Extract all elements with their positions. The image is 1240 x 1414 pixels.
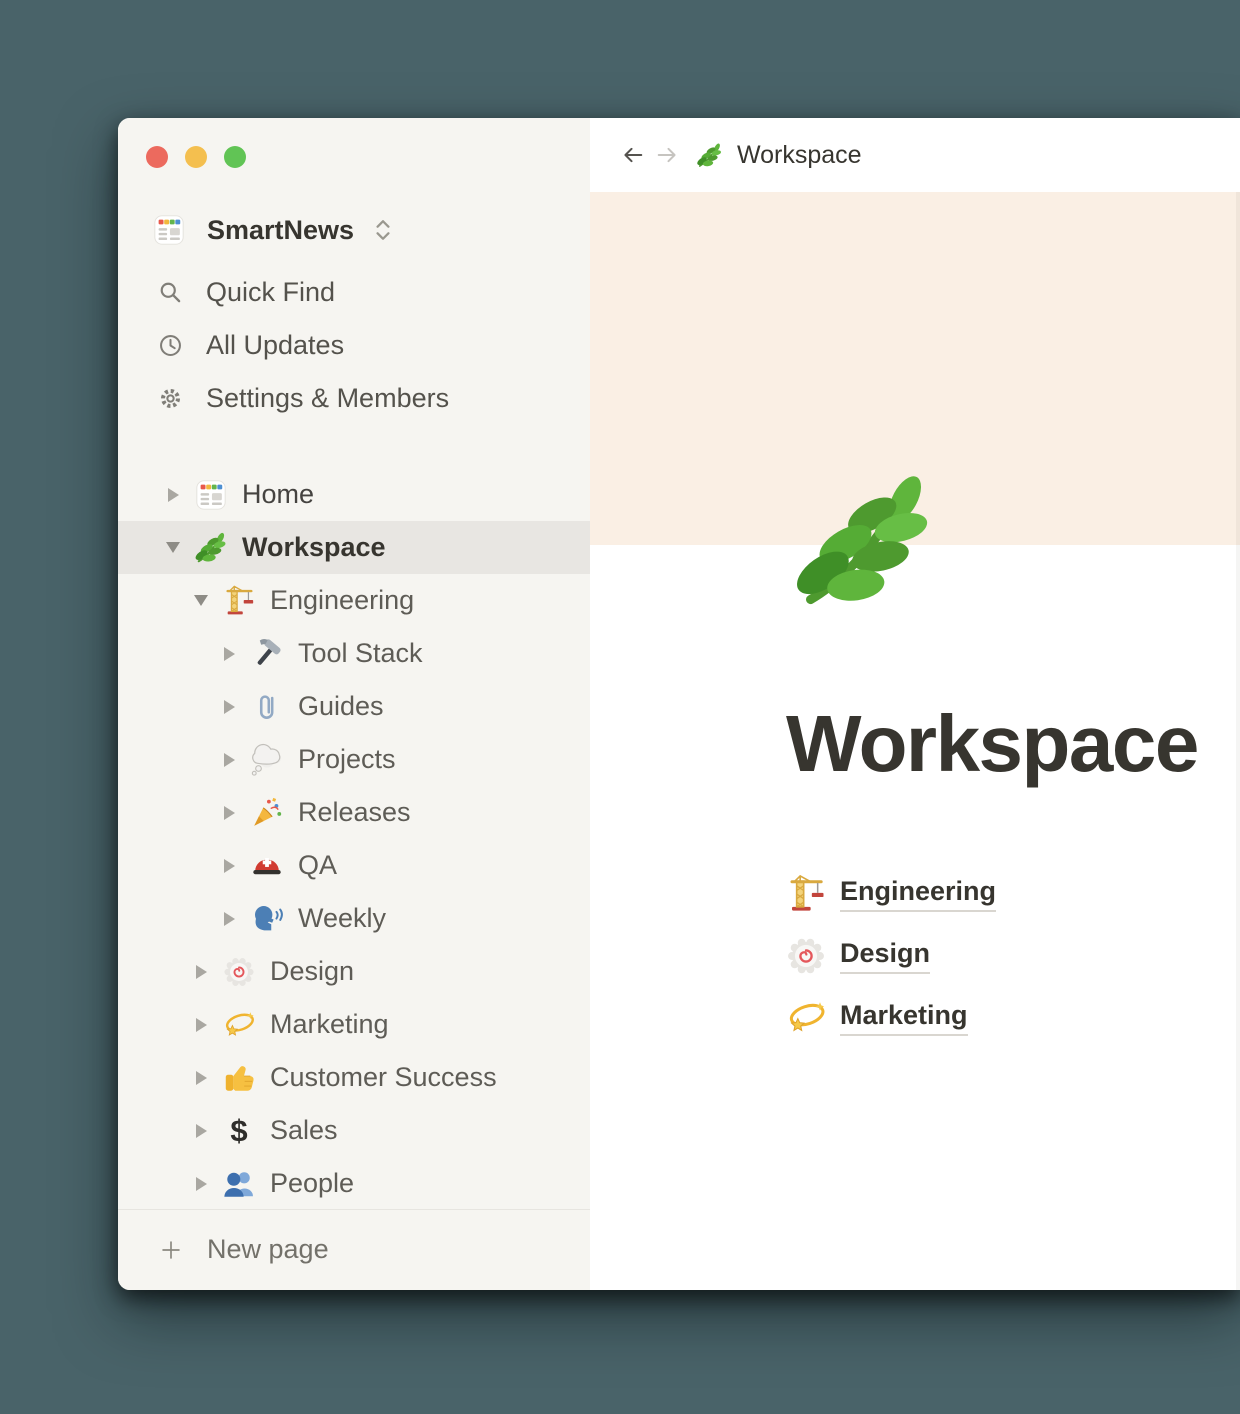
workspace-name: SmartNews [207,215,354,246]
app-window: SmartNews Quick Find All Updates Setting… [118,118,1240,1290]
up-down-chevron-icon [368,215,398,245]
sidebar-item-people[interactable]: People [118,1157,590,1210]
page-icon-herb[interactable] [790,468,938,616]
fish-cake-icon [222,955,256,989]
sidebar-item-weekly[interactable]: Weekly [118,892,590,945]
sidebar-divider [118,1209,590,1210]
chevron-down-icon[interactable] [162,542,184,553]
sidebar-menu: Quick Find All Updates Settings & Member… [118,266,590,425]
page-link-list: Engineering Design Marketing [785,863,996,1049]
herb-icon [696,142,723,169]
chevron-right-icon[interactable] [190,965,212,979]
sidebar-item-quick-find[interactable]: Quick Find [118,266,590,319]
new-page-section: New page [118,1223,590,1276]
chevron-right-icon[interactable] [190,1124,212,1138]
page-link-design[interactable]: Design [785,925,996,987]
chevron-right-icon[interactable] [190,1071,212,1085]
content-area: Workspace Workspace Engineering Design M… [590,118,1240,1290]
speaking-head-icon [250,902,284,936]
sidebar-item-projects[interactable]: Projects [118,733,590,786]
chevron-right-icon[interactable] [190,1177,212,1191]
crane-icon [222,584,256,618]
rescue-helmet-icon [250,849,284,883]
herb-icon [194,531,228,565]
dizzy-icon [222,1008,256,1042]
page-link-marketing[interactable]: Marketing [785,987,996,1049]
zoom-button[interactable] [224,146,246,168]
page-tree: Home Workspace Engineering Tool Stack [118,468,590,1210]
dollar-icon: $ [222,1114,256,1148]
hammer-icon [250,637,284,671]
chevron-right-icon[interactable] [218,859,240,873]
crane-icon [785,873,827,915]
window-controls [146,146,246,168]
sidebar-item-sales[interactable]: $ Sales [118,1104,590,1157]
close-button[interactable] [146,146,168,168]
sidebar-item-home[interactable]: Home [118,468,590,521]
sidebar-item-marketing[interactable]: Marketing [118,998,590,1051]
sidebar-item-all-updates[interactable]: All Updates [118,319,590,372]
window-right-edge [1236,192,1240,1290]
page-link-engineering[interactable]: Engineering [785,863,996,925]
sidebar: SmartNews Quick Find All Updates Setting… [118,118,590,1290]
sidebar-item-settings-members[interactable]: Settings & Members [118,372,590,425]
clock-icon [157,332,184,359]
party-popper-icon [250,796,284,830]
chevron-down-icon[interactable] [190,595,212,606]
dizzy-icon [785,997,827,1039]
chevron-right-icon[interactable] [162,488,184,502]
chevron-right-icon[interactable] [218,647,240,661]
sidebar-item-guides[interactable]: Guides [118,680,590,733]
back-button[interactable] [620,142,646,168]
newspaper-app-icon [152,213,186,247]
page-title[interactable]: Workspace [786,698,1198,790]
chevron-right-icon[interactable] [218,753,240,767]
chevron-right-icon[interactable] [218,806,240,820]
thought-cloud-icon [250,743,284,777]
fish-cake-icon [785,935,827,977]
newspaper-app-icon [194,478,228,512]
minimize-button[interactable] [185,146,207,168]
top-bar: Workspace [590,118,1240,192]
sidebar-item-qa[interactable]: QA [118,839,590,892]
workspace-switcher[interactable]: SmartNews [152,213,398,247]
new-page-button[interactable]: New page [118,1223,590,1276]
chevron-right-icon[interactable] [218,700,240,714]
people-icon [222,1167,256,1201]
chevron-right-icon[interactable] [218,912,240,926]
sidebar-item-releases[interactable]: Releases [118,786,590,839]
paperclip-icon [250,690,284,724]
sidebar-item-tool-stack[interactable]: Tool Stack [118,627,590,680]
sidebar-item-engineering[interactable]: Engineering [118,574,590,627]
forward-button[interactable] [654,142,680,168]
chevron-right-icon[interactable] [190,1018,212,1032]
sidebar-item-customer-success[interactable]: Customer Success [118,1051,590,1104]
sidebar-item-design[interactable]: Design [118,945,590,998]
search-icon [157,279,184,306]
thumbs-up-icon [222,1061,256,1095]
sidebar-item-workspace[interactable]: Workspace [118,521,590,574]
gear-icon [157,385,184,412]
breadcrumb-page-title[interactable]: Workspace [737,141,862,170]
plus-icon [158,1237,184,1263]
